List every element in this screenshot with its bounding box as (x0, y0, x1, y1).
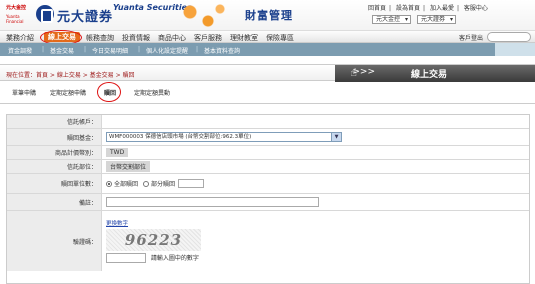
subnav-item-fund-transfer[interactable]: 資金調撥 (8, 46, 32, 55)
group-site-select[interactable]: 元大金控 (372, 15, 412, 24)
nav-item-account-inquiry[interactable]: 帳務查詢 (86, 33, 114, 43)
subnav-item-today-detail[interactable]: 今日交易明細 (92, 46, 128, 55)
site-selectors: 元大金控 元大證券 (368, 15, 456, 24)
partial-redeem-label: 部分贖回 (151, 181, 176, 188)
logo-text-cn: 元大金控 (6, 5, 27, 11)
redeem-form: 信託帳戶： 贖回基金： WMF000003 保德信店頭市場 (台幣交割部位:96… (6, 114, 530, 284)
top-links: 回首頁 | 設為首頁 | 加入最愛 | 客服中心 (368, 5, 488, 12)
chevron-down-icon[interactable]: ▼ (331, 133, 341, 141)
yuanta-group-logo[interactable]: 元大金控 Yuanta Financial (6, 4, 32, 26)
form-row-note: 備註： (7, 194, 529, 211)
nav-item-business[interactable]: 業務介紹 (6, 33, 34, 43)
chevron-right-icon: >>> (352, 67, 375, 77)
trade-tabs: 單筆申購 定期定額申購 贖回 定期定額異動 (0, 82, 535, 102)
nav-item-product-center[interactable]: 商品中心 (158, 33, 186, 43)
orange-flower-decoration-icon (172, 0, 232, 30)
form-row-position: 信託部位： 台幣交割部位 (7, 160, 529, 174)
nav-item-customer-service[interactable]: 客戶服務 (194, 33, 222, 43)
subnav-item-fund-trading[interactable]: 基金交易 (50, 46, 74, 55)
currency-value: TWD (106, 148, 129, 157)
nav-item-insurance[interactable]: 保險專區 (266, 33, 294, 43)
site-header: 元大金控 Yuanta Financial 元大證券 Yuanta Securi… (0, 0, 535, 30)
note-input[interactable] (106, 197, 319, 207)
form-row-fund: 贖回基金： WMF000003 保德信店頭市場 (台幣交割部位:962.3單位)… (7, 129, 529, 146)
sub-nav: 資金調撥 | 基金交易 | 今日交易明細 | 個人化設定提醒 | 基本資料查詢 (0, 43, 535, 56)
position-value: 台幣交割部位 (106, 161, 151, 172)
nav-item-investment-info[interactable]: 投資情報 (122, 33, 150, 43)
brand-name-cn[interactable]: 元大證券 (57, 6, 113, 25)
nav-item-finance-class[interactable]: 理財教室 (230, 33, 258, 43)
top-link-home[interactable]: 回首頁 (368, 5, 386, 12)
tab-regular-purchase[interactable]: 定期定額申購 (50, 88, 86, 97)
form-row-units: 贖回單位數： 全部贖回 部分贖回 (7, 174, 529, 194)
fund-select[interactable]: WMF000003 保德信店頭市場 (台幣交割部位:962.3單位) ▼ (106, 132, 342, 142)
tab-single-purchase[interactable]: 單筆申購 (12, 88, 36, 97)
breadcrumb: 現在位置：首頁 > 線上交易 > 基金交易 > 贖回 (6, 72, 135, 79)
logo-text-en: Yuanta Financial (6, 14, 24, 24)
currency-label: 商品計價幣別： (7, 146, 102, 159)
refresh-captcha-link[interactable]: 更換數字 (106, 219, 128, 227)
tab-regular-change[interactable]: 定期定額異動 (134, 88, 170, 97)
captcha-input[interactable] (106, 253, 146, 264)
partial-redeem-radio[interactable] (143, 180, 150, 187)
fund-select-value: WMF000003 保德信店頭市場 (台幣交割部位:962.3單位) (109, 134, 252, 140)
position-label: 信託部位： (7, 160, 102, 173)
subnav-end-cap (495, 43, 535, 56)
note-label: 備註： (7, 194, 102, 210)
fund-label: 贖回基金： (7, 129, 102, 145)
company-site-select[interactable]: 元大證券 (416, 15, 456, 24)
form-row-account: 信託帳戶： (7, 115, 529, 129)
top-link-service-center[interactable]: 客服中心 (464, 5, 488, 12)
breadcrumb-bar: 現在位置：首頁 > 線上交易 > 基金交易 > 贖回 ☝ >>> 線上交易 (0, 64, 535, 82)
tab-highlight-circle (97, 82, 121, 102)
page-title: 財富管理 (245, 9, 293, 22)
captcha-image: 96223 (106, 228, 201, 251)
yuanta-emblem-icon (36, 5, 54, 23)
search-input[interactable] (487, 32, 531, 42)
logout-link[interactable]: 客戶登出 (459, 33, 483, 42)
captcha-hint: 請輸入圖中的數字 (150, 254, 199, 262)
subnav-item-reminder-settings[interactable]: 個人化設定提醒 (146, 46, 188, 55)
form-row-currency: 商品計價幣別： TWD (7, 146, 529, 160)
tabs-divider (0, 103, 535, 104)
account-label: 信託帳戶： (7, 115, 102, 128)
subnav-item-basic-info[interactable]: 基本資料查詢 (204, 46, 240, 55)
form-row-captcha: 驗證碼： 更換數字 96223 請輸入圖中的數字 (7, 211, 529, 271)
top-link-add-favorite[interactable]: 加入最愛 (430, 5, 454, 12)
full-redeem-label: 全部贖回 (114, 181, 139, 188)
top-link-set-homepage[interactable]: 設為首頁 (396, 5, 420, 12)
full-redeem-radio[interactable] (106, 180, 112, 187)
units-label: 贖回單位數： (7, 174, 102, 193)
section-title: 線上交易 (410, 70, 447, 80)
partial-units-input[interactable] (178, 179, 205, 188)
section-banner: ☝ >>> 線上交易 (335, 65, 535, 82)
captcha-label: 驗證碼： (7, 211, 102, 271)
